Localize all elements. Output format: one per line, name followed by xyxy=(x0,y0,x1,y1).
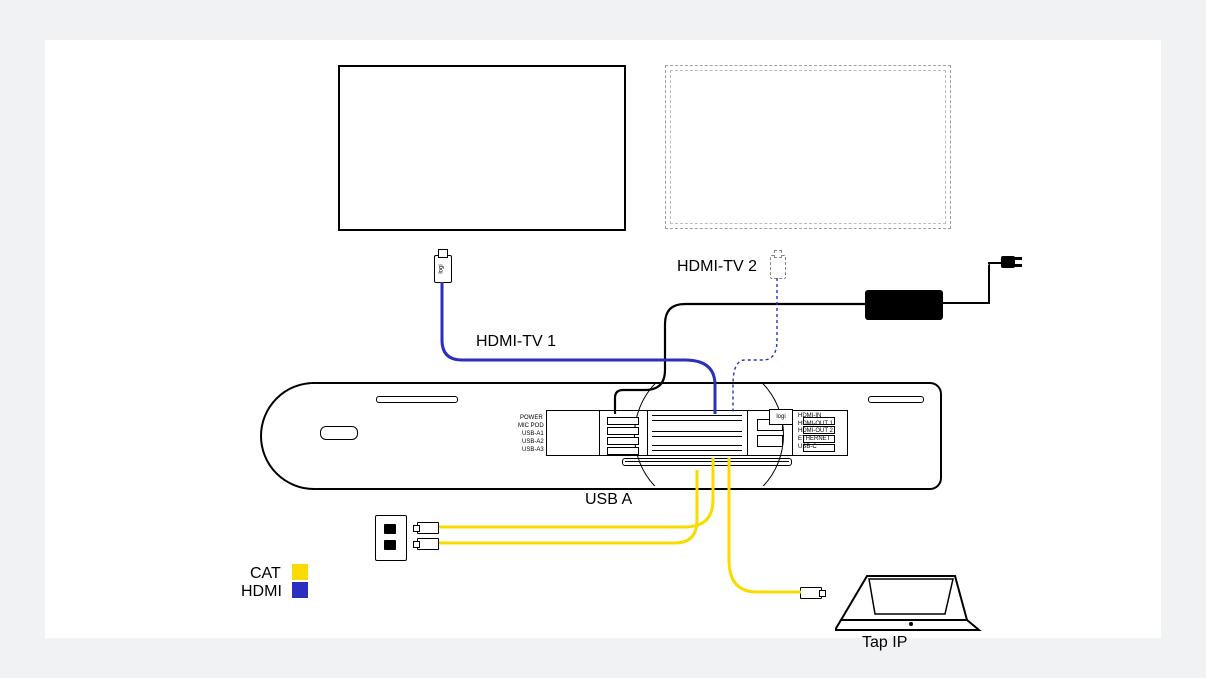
ac-wire-v xyxy=(988,264,990,304)
legend-cat-label: CAT xyxy=(250,566,281,582)
port-usba2: USB-A2 xyxy=(522,439,544,445)
legend-hdmi-swatch xyxy=(292,582,308,598)
hdmi-plug-tv2 xyxy=(770,255,786,279)
power-brick xyxy=(865,290,943,320)
rj45-connector-top xyxy=(417,522,439,534)
hdmi-plug-tv1: logi xyxy=(434,255,452,283)
rj45-connector-tap xyxy=(800,587,822,599)
port-usba1: USB-A1 xyxy=(522,431,544,437)
port-usba3: USB-A3 xyxy=(522,447,544,453)
display-optional xyxy=(665,65,951,229)
label-tap-ip: Tap IP xyxy=(862,635,907,651)
port-power: POWER xyxy=(520,415,543,421)
ac-wire-tip xyxy=(988,262,1002,264)
port-usbc: USB-C xyxy=(798,444,817,450)
tap-ip-device xyxy=(835,570,985,632)
display-primary xyxy=(338,65,626,231)
rally-bar: logi POWER MIC POD USB-A1 USB-A2 USB-A3 … xyxy=(260,382,940,486)
port-micpod: MIC POD xyxy=(518,423,544,429)
label-usb-a: USB A xyxy=(585,492,632,508)
label-hdmi-tv2: HDMI-TV 2 xyxy=(677,259,757,275)
ac-wire-h xyxy=(942,302,990,304)
port-hdmiout2: HDMI-OUT 2 xyxy=(798,428,833,434)
rj45-connector-bottom xyxy=(417,538,439,550)
port-hdmiout1: HDMI-OUT 1 xyxy=(798,421,833,427)
legend-hdmi-label: HDMI xyxy=(241,584,282,600)
diagram-stage: logi POWER MIC POD USB-A1 USB-A2 USB-A3 … xyxy=(45,40,1161,638)
power-plug-icon xyxy=(1001,254,1023,270)
legend-cat-swatch xyxy=(292,564,308,580)
page-root: logi POWER MIC POD USB-A1 USB-A2 USB-A3 … xyxy=(0,0,1206,678)
logi-adapter: logi xyxy=(769,409,793,425)
ethernet-wallplate xyxy=(375,515,407,561)
port-ethernet: ETHERNET xyxy=(798,436,830,442)
port-hdmiin: HDMI-IN xyxy=(798,413,821,419)
label-hdmi-tv1: HDMI-TV 1 xyxy=(476,334,556,350)
